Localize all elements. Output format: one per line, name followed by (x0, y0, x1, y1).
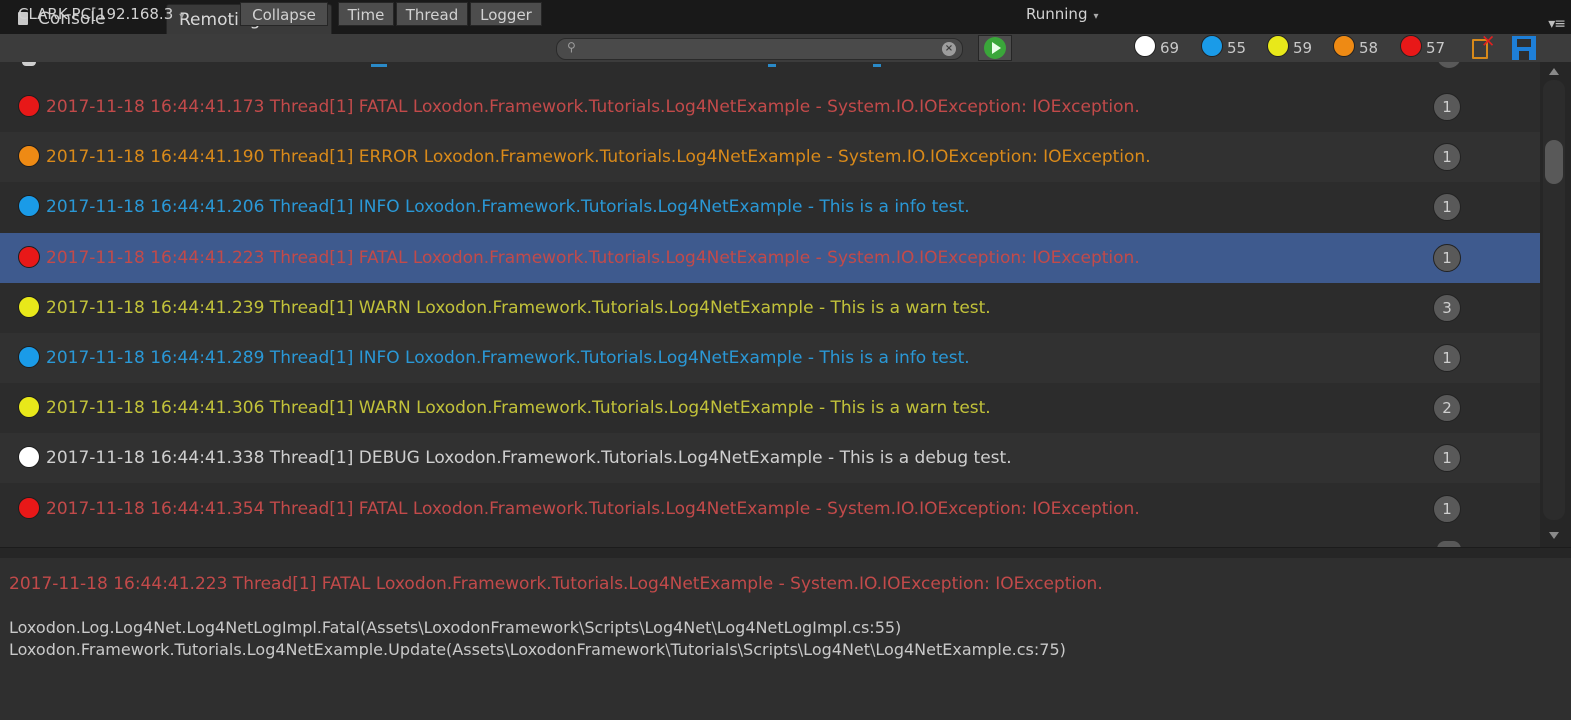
status-dropdown[interactable]: Running ▾ (1020, 2, 1122, 26)
info-count: 55 (1227, 39, 1247, 57)
search-icon: ⚲ (567, 40, 576, 54)
debug-level-icon (1134, 35, 1156, 57)
log-row-text: 2017-11-18 16:44:41.206 Thread[1] INFO L… (46, 197, 970, 218)
detail-pane: 2017-11-18 16:44:41.223 Thread[1] FATAL … (0, 558, 1571, 720)
console-window: Console Remoting ▾≡ CLARK-PC[192.168.3 ▾ … (0, 0, 1571, 720)
log-row-count-badge: 1 (1433, 193, 1461, 222)
log-row[interactable]: 2017-11-18 16:44:41.206 Thread[1] INFO L… (0, 182, 1540, 233)
error-count: 58 (1359, 39, 1379, 57)
stack-line: Loxodon.Log.Log4Net.Log4NetLogImpl.Fatal… (9, 618, 902, 637)
debug-level-icon (18, 446, 40, 469)
info-filter-toggle[interactable]: 55 (1201, 34, 1246, 62)
vertical-scrollbar[interactable] (1540, 62, 1571, 547)
warn-level-icon (1267, 35, 1289, 57)
time-toggle[interactable]: Time (338, 2, 394, 26)
log-row-count-badge: 1 (1433, 344, 1461, 372)
search-field[interactable]: ⚲ × (556, 38, 963, 60)
thread-toggle[interactable]: Thread (396, 2, 468, 26)
log-row-count-badge: 2 (1433, 394, 1461, 423)
window-menu-icon[interactable]: ▾≡ (1548, 16, 1566, 32)
log-row[interactable]: 2017-11-18 16:44:41.354 Thread[1] FATAL … (0, 483, 1540, 534)
clear-x-shape: ✕ (1481, 32, 1496, 52)
debug-filter-toggle[interactable]: 69 (1134, 34, 1179, 62)
fatal-level-icon (18, 496, 40, 519)
save-slot-shape (1519, 51, 1529, 60)
log-row-count-badge: 1 (1433, 243, 1461, 272)
log-row-text: 2017-11-18 16:44:41.306 Thread[1] WARN L… (46, 398, 991, 419)
error-level-icon (1333, 35, 1355, 57)
info-level-icon (1201, 35, 1223, 57)
log-row-text: 2017-11-18 16:44:41.190 Thread[1] ERROR … (46, 147, 1151, 168)
collapse-button[interactable]: Collapse (240, 2, 328, 26)
play-button[interactable] (978, 35, 1012, 61)
device-label: CLARK-PC[192.168.3 (18, 5, 174, 23)
log-row-text: 2017-11-18 16:44:41.239 Thread[1] WARN L… (46, 297, 991, 318)
status-label: Running (1026, 5, 1088, 23)
log-row-count-badge: 1 (1433, 93, 1461, 121)
error-level-icon (18, 145, 40, 168)
fatal-level-icon (1400, 35, 1422, 57)
info-level-icon (18, 346, 40, 368)
partial-row-top (0, 62, 1540, 72)
log-row-text: 2017-11-18 16:44:41.338 Thread[1] DEBUG … (46, 448, 1012, 469)
log-row[interactable]: 2017-11-18 16:44:41.306 Thread[1] WARN L… (0, 383, 1540, 434)
warn-count: 59 (1293, 39, 1313, 57)
error-filter-toggle[interactable]: 58 (1333, 34, 1378, 62)
partial-text-mark (768, 64, 776, 67)
log-row-text: 2017-11-18 16:44:41.354 Thread[1] FATAL … (46, 498, 1140, 519)
log-row[interactable]: 2017-11-18 16:44:41.190 Thread[1] ERROR … (0, 132, 1540, 183)
scroll-down-icon[interactable] (1549, 532, 1559, 539)
warn-level-icon (18, 396, 40, 419)
fatal-level-icon (18, 95, 40, 117)
save-label-shape (1517, 39, 1531, 47)
logger-toggle[interactable]: Logger (470, 2, 542, 26)
partial-count-badge (1437, 62, 1461, 68)
log-row-count-badge: 1 (1433, 494, 1461, 523)
log-row[interactable]: 2017-11-18 16:44:41.338 Thread[1] DEBUG … (0, 433, 1540, 484)
stack-line: Loxodon.Framework.Tutorials.Log4NetExamp… (9, 640, 1066, 659)
fatal-level-icon (18, 245, 40, 268)
chevron-down-icon: ▾ (179, 11, 185, 22)
log-row-count-badge: 1 (1433, 143, 1461, 172)
partial-level-icon (22, 62, 36, 66)
info-level-icon (18, 195, 40, 218)
clear-search-icon[interactable]: × (942, 42, 956, 56)
device-dropdown[interactable]: CLARK-PC[192.168.3 ▾ (12, 2, 234, 26)
partial-text-mark (873, 64, 881, 67)
log-row[interactable]: 2017-11-18 16:44:41.289 Thread[1] INFO L… (0, 333, 1540, 383)
warn-level-icon (18, 295, 40, 318)
log-list[interactable]: 2017-11-18 16:44:41.173 Thread[1] FATAL … (0, 62, 1540, 547)
play-triangle (992, 42, 1001, 54)
detail-header: 2017-11-18 16:44:41.223 Thread[1] FATAL … (9, 574, 1103, 594)
debug-count: 69 (1160, 39, 1180, 57)
chevron-down-icon: ▾ (1093, 11, 1099, 22)
tab-bar: Console Remoting ▾≡ (0, 0, 1571, 35)
partial-text-mark (371, 64, 387, 67)
scroll-thumb[interactable] (1545, 140, 1563, 184)
clear-log-icon[interactable]: ✕ (1467, 32, 1497, 62)
fatal-count: 57 (1426, 39, 1446, 57)
scroll-up-icon[interactable] (1549, 68, 1559, 75)
log-row-text: 2017-11-18 16:44:41.173 Thread[1] FATAL … (46, 97, 1140, 117)
log-row[interactable]: 2017-11-18 16:44:41.223 Thread[1] FATAL … (0, 232, 1540, 283)
log-row-text: 2017-11-18 16:44:41.223 Thread[1] FATAL … (46, 247, 1140, 268)
log-row-text: 2017-11-18 16:44:41.289 Thread[1] INFO L… (46, 348, 970, 368)
log-row[interactable]: 2017-11-18 16:44:41.173 Thread[1] FATAL … (0, 82, 1540, 132)
warn-filter-toggle[interactable]: 59 (1267, 34, 1312, 62)
fatal-filter-toggle[interactable]: 57 (1400, 34, 1445, 62)
log-row-count-badge: 1 (1433, 444, 1461, 473)
save-icon[interactable] (1508, 36, 1540, 60)
log-row-count-badge: 3 (1433, 293, 1461, 322)
log-row[interactable]: 2017-11-18 16:44:41.239 Thread[1] WARN L… (0, 282, 1540, 333)
